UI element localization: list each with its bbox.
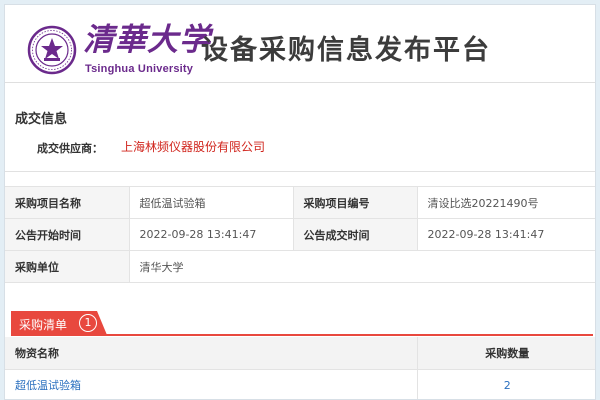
table-header-row: 物资名称 采购数量 <box>5 337 595 370</box>
item-quantity-cell: 2 <box>416 369 595 399</box>
item-count-badge: 1 <box>79 314 97 332</box>
info-row: 公告开始时间 2022-09-28 13:41:47 公告成交时间 2022-0… <box>5 218 595 251</box>
purchaser-value: 清华大学 <box>128 250 595 283</box>
project-name-value: 超低温试验箱 <box>128 186 294 219</box>
deal-info-heading: 成交信息 <box>15 112 68 127</box>
column-header-item-name: 物资名称 <box>5 337 417 370</box>
item-name-link[interactable]: 超低温试验箱 <box>15 379 81 392</box>
notice-deal-value: 2022-09-28 13:41:47 <box>416 218 595 251</box>
page-frame: 清華大学 Tsinghua University 设备采购信息发布平台 成交信息… <box>4 4 596 400</box>
item-name-cell: 超低温试验箱 <box>5 369 417 399</box>
info-row: 采购项目名称 超低温试验箱 采购项目编号 清设比选20221490号 <box>5 186 595 219</box>
notice-start-label: 公告开始时间 <box>5 218 129 251</box>
site-title: 设备采购信息发布平台 <box>201 35 491 66</box>
supplier-label: 成交供应商： <box>37 142 103 155</box>
procurement-list-tab[interactable]: 采购清单 1 <box>11 311 107 335</box>
supplier-value: 上海林频仪器股份有限公司 <box>121 140 266 154</box>
column-header-quantity: 采购数量 <box>416 337 595 370</box>
project-number-label: 采购项目编号 <box>293 186 417 219</box>
tsinghua-seal-icon <box>27 25 77 75</box>
table-row: 超低温试验箱 2 <box>5 369 595 399</box>
logo-english-text: Tsinghua University <box>85 63 194 75</box>
purchaser-label: 采购单位 <box>5 250 129 283</box>
site-header: 清華大学 Tsinghua University 设备采购信息发布平台 <box>5 5 595 83</box>
project-name-label: 采购项目名称 <box>5 186 129 219</box>
notice-start-value: 2022-09-28 13:41:47 <box>128 218 294 251</box>
procurement-list-table: 物资名称 采购数量 超低温试验箱 2 <box>5 337 595 399</box>
logo-chinese-text: 清華大学 <box>83 22 211 58</box>
procurement-list-label: 采购清单 <box>19 318 68 332</box>
project-info-table: 采购项目名称 超低温试验箱 采购项目编号 清设比选20221490号 公告开始时… <box>5 186 595 283</box>
deal-info-section: 成交信息 成交供应商： 上海林频仪器股份有限公司 <box>5 84 595 172</box>
item-quantity-link[interactable]: 2 <box>504 379 511 392</box>
info-row: 采购单位 清华大学 <box>5 250 595 283</box>
project-number-value: 清设比选20221490号 <box>416 186 595 219</box>
tab-underline <box>11 334 593 336</box>
notice-deal-label: 公告成交时间 <box>293 218 417 251</box>
